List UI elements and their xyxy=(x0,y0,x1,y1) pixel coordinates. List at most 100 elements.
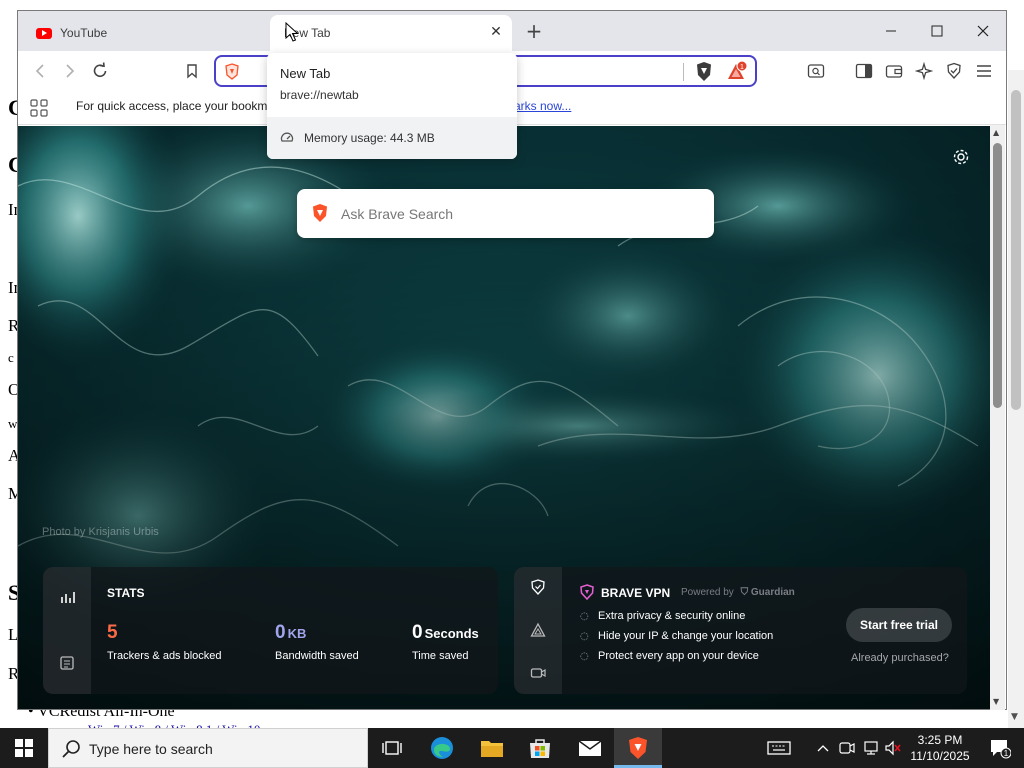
vpn-powered-label: Powered by xyxy=(681,587,734,598)
new-tab-button[interactable]: + xyxy=(523,20,545,42)
tab-hover-card: New Tab brave://newtab Memory usage: 44.… xyxy=(267,53,517,159)
edge-app[interactable] xyxy=(418,728,466,768)
speedometer-icon xyxy=(280,132,294,142)
search-input[interactable] xyxy=(341,189,701,238)
bookmark-button[interactable] xyxy=(180,59,204,83)
vpn-button[interactable] xyxy=(942,59,966,83)
stat-trackers-blocked: 5 Trackers & ads blocked xyxy=(107,622,222,662)
minimize-icon xyxy=(886,30,896,32)
vpn-feature: ◌ Hide your IP & change your location xyxy=(580,630,773,642)
forward-button[interactable] xyxy=(58,59,82,83)
forward-arrow-icon xyxy=(66,64,75,78)
sidebar-toggle-button[interactable] xyxy=(852,59,876,83)
hover-card-title: New Tab xyxy=(280,66,331,81)
stat-label: Trackers & ads blocked xyxy=(107,650,222,662)
address-bar-divider xyxy=(683,63,684,81)
new-tab-page: Photo by Krisjanis Urbis STATS xyxy=(18,126,991,709)
file-explorer-app[interactable] xyxy=(468,728,516,768)
leo-ai-button[interactable] xyxy=(912,59,936,83)
back-button[interactable] xyxy=(28,59,52,83)
brave-rewards-icon[interactable]: 1 xyxy=(726,61,748,83)
leo-search-button[interactable] xyxy=(804,59,828,83)
scroll-down-arrow[interactable]: ▼ xyxy=(993,697,999,706)
back-arrow-icon xyxy=(35,64,44,78)
bg-scrollbar-thumb[interactable] xyxy=(1011,90,1021,410)
hover-card-memory: Memory usage: 44.3 MB xyxy=(267,117,517,159)
youtube-logo-icon xyxy=(36,27,52,39)
notification-count: 1 xyxy=(1004,749,1009,758)
vpn-powered-by: Powered by ⛉ Guardian xyxy=(681,587,795,598)
windows-logo-icon xyxy=(15,739,33,757)
news-feed-icon[interactable] xyxy=(59,655,75,671)
clock-date: 11/10/2025 xyxy=(910,749,970,763)
close-icon xyxy=(977,25,989,37)
main-menu-button[interactable] xyxy=(972,59,996,83)
brave-app[interactable] xyxy=(614,728,662,768)
brave-vpn-widget: BRAVE VPN Powered by ⛉ Guardian ◌ Extra p… xyxy=(514,567,967,694)
rewards-triangle-icon[interactable] xyxy=(530,622,546,638)
mail-app[interactable] xyxy=(566,728,614,768)
start-button[interactable] xyxy=(0,728,48,768)
stat-value: 0 xyxy=(412,622,423,643)
store-bag-icon xyxy=(530,739,550,758)
network-button[interactable] xyxy=(860,728,882,768)
taskbar-search-box[interactable]: Type here to search xyxy=(48,728,368,768)
brave-page-info-icon xyxy=(225,63,239,80)
close-tab-icon[interactable]: ✕ xyxy=(488,24,504,40)
edge-browser-icon xyxy=(431,737,453,759)
vpn-partner-name: Guardian xyxy=(750,587,795,598)
check-shield-icon: ◌ xyxy=(580,650,589,662)
task-view-button[interactable] xyxy=(368,728,416,768)
chevron-up-icon xyxy=(817,745,829,752)
microsoft-store-app[interactable] xyxy=(516,728,564,768)
minimize-button[interactable] xyxy=(868,17,914,45)
stat-label: Bandwidth saved xyxy=(275,650,359,662)
photo-credit[interactable]: Photo by Krisjanis Urbis xyxy=(42,526,159,538)
taskbar-search-placeholder: Type here to search xyxy=(89,741,213,757)
brave-shields-icon[interactable] xyxy=(694,61,714,83)
close-window-button[interactable] xyxy=(960,17,1006,45)
tab-new-tab[interactable]: New Tab ✕ xyxy=(270,15,512,51)
task-view-icon xyxy=(382,741,402,755)
scroll-up-arrow[interactable]: ▲ xyxy=(993,128,999,137)
notification-center-button[interactable]: 1 xyxy=(980,728,1020,768)
wallet-button[interactable] xyxy=(882,59,906,83)
vpn-shield-icon[interactable] xyxy=(530,579,546,595)
show-hidden-icons-button[interactable] xyxy=(812,728,834,768)
sparkle-icon xyxy=(915,62,933,80)
bg-scroll-down-arrow[interactable]: ▼ xyxy=(1011,712,1018,722)
stat-time-saved: 0 Seconds Time saved xyxy=(412,622,479,662)
hover-card-url: brave://newtab xyxy=(280,88,359,102)
stats-widget-sidebar xyxy=(43,567,91,694)
brave-search-box[interactable] xyxy=(297,189,714,238)
tab-title: YouTube xyxy=(60,26,108,40)
keyboard-touch-button[interactable] xyxy=(760,728,798,768)
vpn-feature-text: Extra privacy & security online xyxy=(598,610,746,622)
vpn-widget-sidebar xyxy=(514,567,562,694)
notification-icon: 1 xyxy=(991,740,1011,759)
mail-icon xyxy=(578,740,602,756)
start-free-trial-button[interactable]: Start free trial xyxy=(846,608,952,642)
apps-grid-icon[interactable] xyxy=(30,99,48,117)
import-bookmarks-link[interactable]: arks now... xyxy=(514,99,571,113)
already-purchased-link[interactable]: Already purchased? xyxy=(851,652,949,664)
brave-vpn-logo-icon xyxy=(580,584,594,600)
taskbar-clock[interactable]: 3:25 PM 11/10/2025 xyxy=(902,732,978,764)
search-icon xyxy=(62,740,80,758)
reload-button[interactable] xyxy=(88,59,112,83)
page-scrollbar-thumb[interactable] xyxy=(993,143,1002,408)
bar-chart-icon[interactable] xyxy=(59,589,75,605)
meet-now-button[interactable] xyxy=(836,728,858,768)
vpn-feature-text: Hide your IP & change your location xyxy=(598,630,774,642)
vpn-title: BRAVE VPN xyxy=(601,586,671,600)
maximize-button[interactable] xyxy=(914,17,960,45)
volume-button[interactable] xyxy=(882,728,904,768)
windows-taskbar: Type here to search 3:25 PM 11/10/2025 1 xyxy=(0,728,1024,768)
keyboard-icon xyxy=(767,741,791,755)
gear-icon[interactable] xyxy=(952,148,970,166)
check-shield-icon: ◌ xyxy=(580,630,589,642)
vpn-shield-icon xyxy=(947,62,961,79)
tab-youtube[interactable]: YouTube xyxy=(26,15,271,51)
talk-video-icon[interactable] xyxy=(530,665,546,681)
check-shield-icon: ◌ xyxy=(580,610,589,622)
